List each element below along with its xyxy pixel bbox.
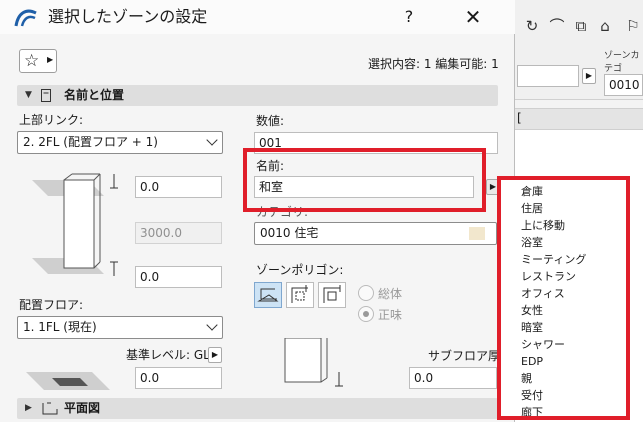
favorites-button[interactable]: ☆ ▶ [19, 49, 57, 73]
subfloor-diagram-icon [284, 338, 343, 387]
home-floor-value: 1. 1FL (現在) [23, 320, 97, 334]
zone-polygon-label: ゾーンポリゴン: [256, 263, 344, 277]
section-header-name-position[interactable]: ▼ 名前と位置 [17, 85, 498, 106]
selection-info: 選択内容: 1 編集可能: 1 [368, 57, 499, 71]
arc-icon[interactable]: ⌒ [548, 17, 566, 35]
name-suggestion-list: 倉庫 住居 上に移動 浴室 ミーティング レストラン オフィス 女性 暗室 シャ… [497, 176, 630, 420]
polygon-reference-button[interactable] [286, 282, 314, 308]
list-item[interactable]: 廊下 [521, 405, 543, 416]
category-dropdown[interactable]: 0010 住宅 [254, 222, 497, 245]
annotation-box-name [243, 148, 486, 212]
category-color-swatch [469, 227, 485, 240]
polygon-inner-edge-icon [323, 285, 341, 303]
triangle-right-icon: ▶ [47, 55, 54, 64]
list-item[interactable]: 住居 [521, 201, 543, 217]
dialog-title: 選択したゾーンの設定 [48, 7, 208, 26]
triangle-right-icon: ▶ [25, 403, 32, 413]
list-item[interactable]: シャワー [521, 337, 565, 353]
list-item[interactable]: オフィス [521, 286, 565, 302]
trim-icon[interactable]: ⧉ [572, 17, 590, 35]
top-link-label: 上部リンク: [19, 113, 84, 127]
radio-gross-label: 総体 [378, 287, 403, 301]
top-link-dropdown[interactable]: 2. 2FL (配置フロア + 1) [17, 131, 223, 154]
flag-icon[interactable]: ⚐ [624, 17, 642, 35]
chevron-down-icon [206, 319, 218, 331]
list-item[interactable]: 受付 [521, 388, 543, 404]
list-item[interactable]: 親 [521, 371, 532, 387]
help-button[interactable]: ? [396, 5, 422, 29]
top-link-value: 2. 2FL (配置フロア + 1) [23, 135, 158, 149]
list-item[interactable]: 上に移動 [521, 218, 565, 234]
section-header-floor-plan[interactable]: ▶ 平面図 [17, 398, 498, 419]
list-item[interactable]: ミーティング [521, 252, 586, 268]
tag-icon [41, 89, 51, 102]
star-icon: ☆ [24, 51, 40, 71]
bg-arrow-button[interactable]: ▶ [582, 68, 596, 84]
polygon-manual-icon [257, 288, 279, 302]
zone-category-field[interactable]: 0010 [604, 74, 643, 96]
polygon-inner-edge-button[interactable] [318, 282, 346, 308]
redo-icon[interactable]: ↻ [523, 17, 541, 35]
list-item[interactable]: レストラン [521, 269, 576, 285]
subfloor-field[interactable]: 0.0 [409, 367, 497, 389]
archicad-logo-icon [14, 9, 37, 27]
ref-level-field[interactable]: 0.0 [135, 367, 222, 389]
app-strip [515, 108, 643, 130]
triangle-down-icon: ▼ [25, 90, 32, 100]
polygon-reference-icon [291, 285, 308, 303]
section-title: 名前と位置 [64, 88, 125, 102]
close-button[interactable]: ✕ [458, 3, 488, 31]
home-floor-dropdown[interactable]: 1. 1FL (現在) [17, 316, 223, 339]
height-field: 3000.0 [135, 222, 222, 244]
polygon-manual-button[interactable] [254, 282, 282, 308]
ref-level-arrow-button[interactable]: ▶ [208, 347, 222, 363]
list-item[interactable]: EDP [521, 354, 543, 370]
bg-field-left[interactable] [517, 65, 579, 87]
list-item[interactable]: 暗室 [521, 320, 543, 336]
strip-text: [ [517, 111, 522, 125]
category-value: 0010 住宅 [260, 226, 319, 240]
chevron-down-icon [206, 134, 218, 146]
section-title: 平面図 [64, 401, 101, 415]
bottom-offset-field[interactable]: 0.0 [135, 266, 222, 288]
top-offset-field[interactable]: 0.0 [135, 176, 222, 198]
number-label: 数値: [256, 114, 285, 128]
zone-category-label: ゾーンカテゴ [604, 51, 640, 74]
list-item[interactable]: 浴室 [521, 235, 543, 251]
list-item[interactable]: 女性 [521, 303, 543, 319]
floor-plan-icon [42, 402, 58, 415]
radio-gross[interactable] [358, 285, 374, 301]
list-item[interactable]: 倉庫 [521, 184, 543, 200]
radio-net-label: 正味 [378, 308, 403, 322]
ref-level-diagram-icon [26, 372, 110, 390]
zone-height-diagram-icon [32, 173, 118, 276]
ref-level-label: 基準レベル: GL [126, 348, 210, 362]
home-floor-label: 配置フロア: [19, 298, 84, 312]
radio-net[interactable] [358, 306, 374, 322]
house-icon[interactable]: ⌂ [596, 17, 614, 35]
